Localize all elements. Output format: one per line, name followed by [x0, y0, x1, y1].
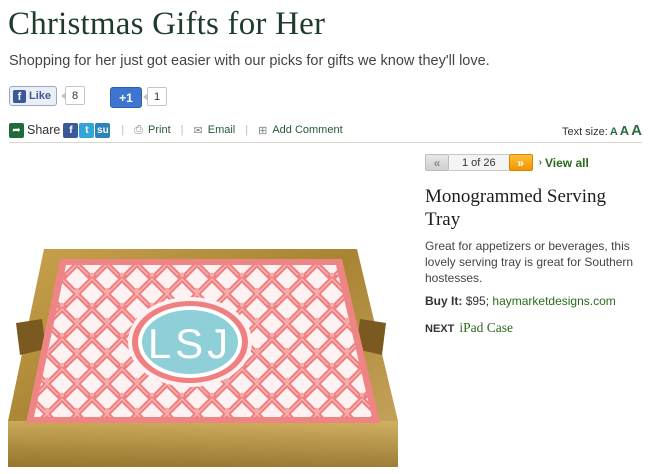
print-label: Print [148, 124, 171, 136]
printer-icon: ⎙ [134, 123, 144, 136]
google-plus-one-button[interactable]: +1 [110, 87, 142, 108]
view-all-link[interactable]: › View all [539, 156, 589, 170]
next-label: NEXT [425, 323, 455, 335]
previous-button[interactable]: « [425, 154, 449, 171]
header-divider [9, 142, 642, 143]
view-all-label: View all [544, 155, 589, 170]
text-size-control: Text size: A A A [562, 122, 642, 139]
like-label: Like [29, 90, 52, 102]
facebook-icon: f [13, 89, 26, 103]
envelope-icon: ✉ [193, 124, 203, 137]
email-label: Email [207, 124, 236, 136]
serving-tray-image: LSJ [8, 249, 398, 467]
plus-one-count: 1 [142, 87, 168, 106]
gallery-position: 1 of 26 [449, 154, 509, 171]
gallery-pager: « 1 of 26 » › View all [425, 154, 589, 171]
share-label: Share [27, 123, 61, 137]
next-button[interactable]: » [508, 154, 533, 171]
next-item-link[interactable]: iPad Case [459, 320, 513, 336]
page-subtitle: Shopping for her just got easier with ou… [9, 53, 490, 69]
product-title: Monogrammed Serving Tray [425, 186, 607, 230]
facebook-share-icon[interactable]: f [63, 122, 79, 138]
share-icon: ➦ [9, 122, 24, 138]
text-size-small-button[interactable]: A [610, 126, 618, 138]
text-size-label: Text size: [561, 125, 608, 138]
text-size-large-button[interactable]: A [631, 122, 642, 139]
next-item: NEXT iPad Case [425, 320, 513, 336]
chevron-right-icon: › [538, 157, 542, 168]
product-price: $95; [465, 294, 490, 308]
toolbar-divider: | [121, 124, 125, 136]
page-title: Christmas Gifts for Her [8, 6, 326, 42]
facebook-like-button[interactable]: f Like [9, 86, 58, 106]
print-button[interactable]: ⎙ Print [134, 124, 170, 137]
product-description: Great for appetizers or beverages, this … [425, 239, 634, 285]
product-image: LSJ [2, 245, 398, 469]
like-count: 8 [60, 86, 86, 105]
buy-it-label: Buy It: [425, 294, 463, 308]
comment-plus-icon: ⊞ [258, 124, 268, 137]
add-comment-button[interactable]: ⊞ Add Comment [258, 124, 343, 137]
buy-it-line: Buy It: $95; haymarketdesigns.com [425, 294, 616, 308]
toolbar-divider: | [180, 124, 184, 136]
twitter-share-icon[interactable]: t [79, 122, 95, 138]
email-button[interactable]: ✉ Email [194, 124, 236, 137]
add-comment-label: Add Comment [272, 124, 343, 136]
share-toolbar: ➦ Share f t su | ⎙ Print | ✉ Email | ⊞ A… [9, 121, 642, 139]
store-link[interactable]: haymarketdesigns.com [492, 294, 615, 308]
monogram-text: LSJ [148, 320, 232, 367]
toolbar-divider: | [245, 124, 249, 136]
stumbleupon-share-icon[interactable]: su [95, 122, 111, 138]
text-size-medium-button[interactable]: A [620, 123, 629, 138]
